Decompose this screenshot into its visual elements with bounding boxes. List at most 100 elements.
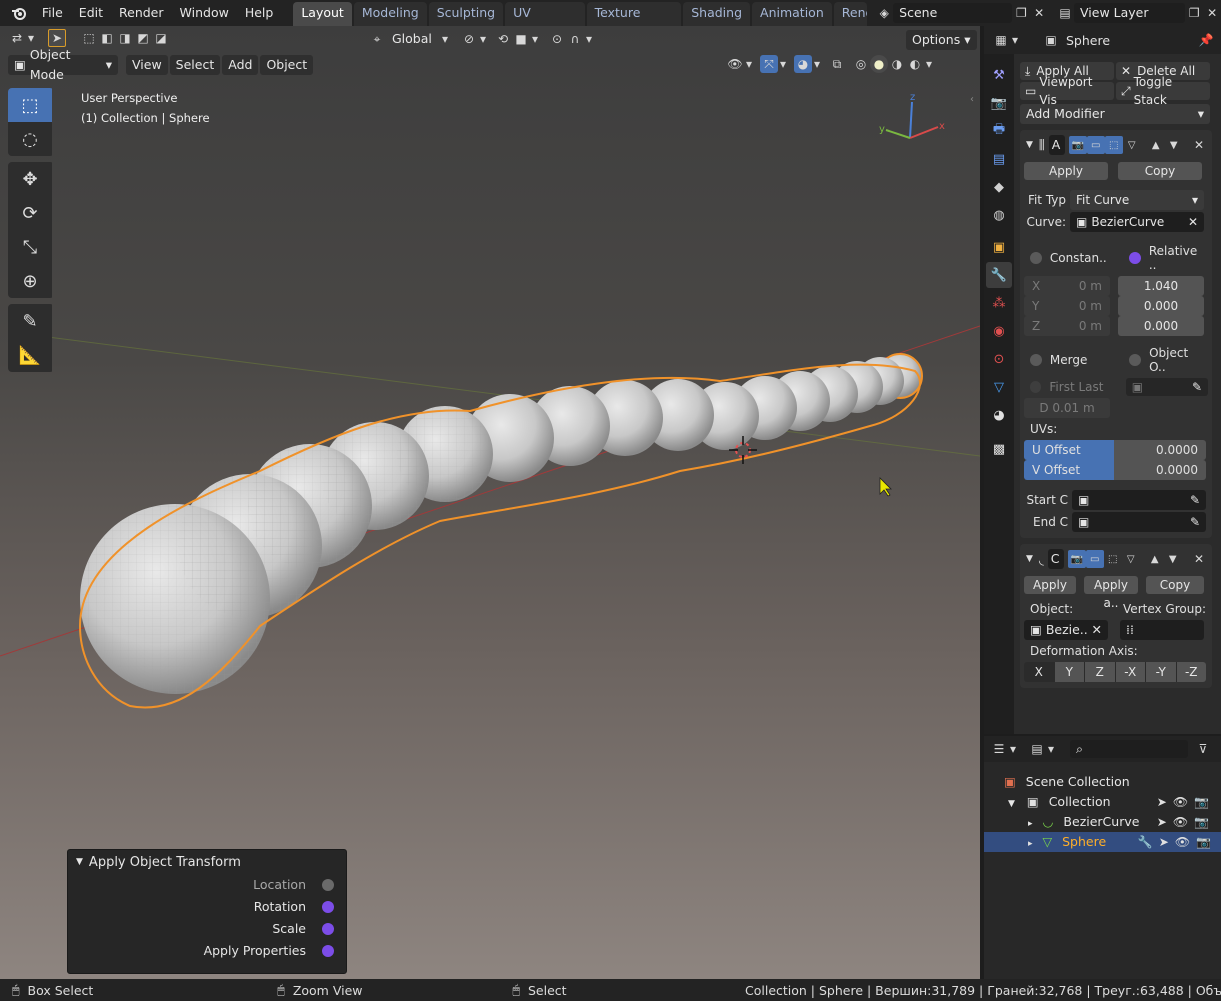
- overlays-icon[interactable]: ◕: [794, 55, 812, 73]
- relative-y-field[interactable]: 0.000: [1118, 296, 1204, 316]
- blender-logo-icon[interactable]: [10, 4, 28, 22]
- merge-toggle[interactable]: [1030, 354, 1042, 366]
- axis-y-button[interactable]: Y: [1054, 662, 1085, 682]
- options-button[interactable]: Options ▾: [906, 30, 977, 50]
- chevron-down-icon[interactable]: ▾: [812, 55, 822, 73]
- relative-offset-toggle[interactable]: [1129, 252, 1141, 264]
- curve-object-field[interactable]: ▣ BezierCurve ✕: [1070, 212, 1204, 232]
- navigation-gizmo[interactable]: z x y: [876, 92, 952, 170]
- shading-material-icon[interactable]: ◑: [888, 55, 906, 73]
- viewport-visibility-icon[interactable]: ▭: [1086, 136, 1105, 154]
- select-mode-intersect-icon[interactable]: ◪: [152, 29, 170, 47]
- tree-item-sphere[interactable]: ▸ ▽ Sphere 🔧➤👁📷: [984, 832, 1221, 852]
- remove-modifier-icon[interactable]: ✕: [1190, 136, 1208, 154]
- menu-render[interactable]: Render: [111, 1, 172, 25]
- row-toggles[interactable]: ➤👁📷: [1157, 792, 1215, 812]
- menu-add[interactable]: Add: [222, 55, 259, 75]
- row-toggles[interactable]: 🔧➤👁📷: [1138, 832, 1217, 852]
- chevron-down-icon[interactable]: ▾: [1010, 31, 1020, 49]
- apply-scale-checkbox[interactable]: Scale: [68, 918, 346, 940]
- viewport-vis-button[interactable]: ▭ Viewport Vis: [1020, 75, 1114, 107]
- transform-tool-icon[interactable]: ⊕: [8, 264, 52, 298]
- snap-target-icon[interactable]: ■: [512, 30, 530, 48]
- constant-offset-toggle[interactable]: [1030, 252, 1042, 264]
- measure-tool-icon[interactable]: 📐: [8, 338, 52, 372]
- falloff-icon[interactable]: ∩: [566, 30, 584, 48]
- array-apply-button[interactable]: Apply: [1024, 162, 1108, 180]
- tab-uv-editing[interactable]: UV Editing: [505, 2, 585, 42]
- snap-icon[interactable]: ⟲: [494, 30, 512, 48]
- output-tab-icon[interactable]: 🖶: [986, 118, 1012, 144]
- shading-wireframe-icon[interactable]: ◎: [852, 55, 870, 73]
- tree-item-beziercurve[interactable]: ▸ ◡ BezierCurve ➤👁📷: [984, 812, 1221, 832]
- cursor-tool-icon[interactable]: ◌: [8, 122, 52, 156]
- relative-x-field[interactable]: 1.040: [1118, 276, 1204, 296]
- sidebar-toggle-icon[interactable]: ‹: [970, 94, 974, 105]
- cage-visibility-icon[interactable]: ▽: [1123, 136, 1141, 154]
- tab-texture-paint[interactable]: Texture Paint: [586, 2, 682, 42]
- axis-x-button[interactable]: X: [1024, 662, 1055, 682]
- chevron-down-icon[interactable]: ▾: [1008, 740, 1018, 758]
- expand-arrow-icon[interactable]: ▼: [1008, 799, 1015, 809]
- tab-layout[interactable]: Layout: [293, 2, 352, 26]
- move-down-icon[interactable]: ▼: [1164, 550, 1182, 568]
- render-visibility-icon[interactable]: 📷: [1067, 550, 1086, 568]
- visibility-icon[interactable]: 👁: [726, 55, 744, 73]
- tab-modeling[interactable]: Modeling: [353, 2, 427, 26]
- delete-scene-icon[interactable]: ✕: [1030, 4, 1048, 22]
- select-box-tool-icon[interactable]: ⬚: [8, 88, 52, 122]
- chevron-down-icon[interactable]: ▾: [924, 55, 934, 73]
- texture-tab-icon[interactable]: ▩: [986, 436, 1012, 462]
- curve-object-field[interactable]: ▣ Bezie.. ✕: [1024, 620, 1108, 640]
- editor-type-icon[interactable]: ⇄: [8, 29, 26, 47]
- 3d-viewport[interactable]: ⇄ ▾ ➤ ⬚ ◧ ◨ ◩ ◪ ⌖ Global ▾ ⊘ ▾ ⟲ ■ ▾ ⊙ ∩…: [0, 26, 980, 979]
- constant-x-field[interactable]: X 0 m: [1024, 276, 1110, 296]
- modifier-name-field[interactable]: A: [1048, 135, 1065, 155]
- operator-panel-header[interactable]: ▼ Apply Object Transform: [68, 850, 346, 874]
- constant-y-field[interactable]: Y 0 m: [1024, 296, 1110, 316]
- editmode-visibility-icon[interactable]: ⬚: [1104, 136, 1123, 154]
- remove-modifier-icon[interactable]: ✕: [1190, 550, 1208, 568]
- tab-sculpting[interactable]: Sculpting: [428, 2, 504, 26]
- array-copy-button[interactable]: Copy: [1118, 162, 1202, 180]
- tab-animation[interactable]: Animation: [752, 2, 832, 26]
- move-up-icon[interactable]: ▲: [1147, 136, 1165, 154]
- view-layer-selector[interactable]: View Layer: [1074, 3, 1186, 23]
- constant-z-field[interactable]: Z 0 m: [1024, 316, 1110, 336]
- object-offset-toggle[interactable]: [1129, 354, 1142, 366]
- scene-selector[interactable]: Scene: [893, 3, 1013, 23]
- expand-arrow-icon[interactable]: ▸: [1028, 819, 1033, 829]
- scale-tool-icon[interactable]: ⤡: [8, 230, 52, 264]
- modifier-tab-icon[interactable]: 🔧: [986, 262, 1012, 288]
- annotate-tool-icon[interactable]: ✎: [8, 304, 52, 338]
- pin-icon[interactable]: 📌: [1197, 31, 1215, 49]
- proportional-editing-icon[interactable]: ⊙: [548, 30, 566, 48]
- clear-icon[interactable]: ✕: [1092, 620, 1102, 640]
- start-cap-field[interactable]: ▣ ✎: [1072, 490, 1206, 510]
- scene-icon[interactable]: ◈: [875, 4, 893, 22]
- chevron-down-icon[interactable]: ▾: [530, 30, 540, 48]
- particles-tab-icon[interactable]: ⁂: [986, 290, 1012, 316]
- apply-rotation-checkbox[interactable]: Rotation: [68, 896, 346, 918]
- object-data-tab-icon[interactable]: ▽: [986, 374, 1012, 400]
- tab-rendering[interactable]: Rend: [833, 2, 868, 26]
- clear-icon[interactable]: ✕: [1188, 212, 1198, 232]
- constraints-tab-icon[interactable]: ⊙: [986, 346, 1012, 372]
- menu-edit[interactable]: Edit: [71, 1, 111, 25]
- view-layer-icon[interactable]: ▤: [1056, 4, 1074, 22]
- view-layer-tab-icon[interactable]: ▤: [986, 146, 1012, 172]
- menu-help[interactable]: Help: [237, 1, 282, 25]
- curve-apply-button[interactable]: Apply: [1024, 576, 1076, 594]
- move-down-icon[interactable]: ▼: [1165, 136, 1183, 154]
- row-toggles[interactable]: ➤👁📷: [1157, 812, 1215, 832]
- curve-apply-as-button[interactable]: Apply a..: [1084, 576, 1138, 610]
- vertex-group-field[interactable]: ⁞⁞: [1120, 620, 1204, 640]
- collapse-triangle-icon[interactable]: ▼: [1026, 140, 1033, 150]
- axis-neg-x-button[interactable]: -X: [1115, 662, 1146, 682]
- apply-properties-checkbox[interactable]: Apply Properties: [68, 940, 346, 962]
- chevron-down-icon[interactable]: ▾: [478, 30, 488, 48]
- editmode-visibility-icon[interactable]: ⬚: [1104, 550, 1122, 568]
- delete-view-layer-icon[interactable]: ✕: [1203, 4, 1221, 22]
- outliner-search-input[interactable]: ⌕: [1070, 740, 1188, 758]
- editor-type-icon[interactable]: ▦: [992, 31, 1010, 49]
